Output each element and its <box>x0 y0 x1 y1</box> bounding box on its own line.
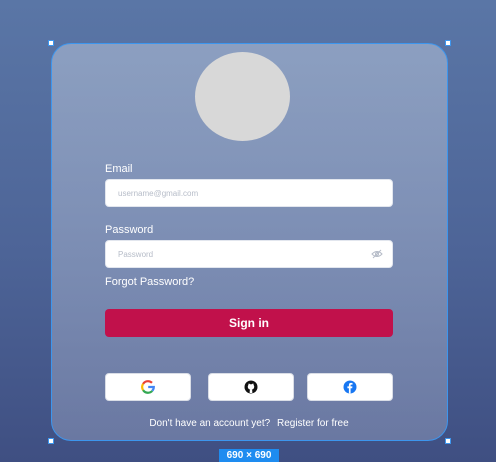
resize-handle-bottom-left[interactable] <box>48 438 54 444</box>
email-field[interactable] <box>105 179 393 207</box>
resize-handle-top-right[interactable] <box>445 40 451 46</box>
google-login-button[interactable] <box>105 373 191 401</box>
eye-off-icon[interactable] <box>371 249 383 259</box>
github-login-button[interactable] <box>208 373 294 401</box>
github-icon <box>244 380 258 394</box>
sign-in-button[interactable]: Sign in <box>105 309 393 337</box>
forgot-password-link[interactable]: Forgot Password? <box>105 276 194 288</box>
no-account-text: Don't have an account yet? <box>149 418 271 429</box>
google-icon <box>141 380 155 394</box>
password-label: Password <box>105 224 154 236</box>
dimension-badge-label: 690 × 690 <box>226 450 272 461</box>
email-label: Email <box>105 163 133 175</box>
register-prompt: Don't have an account yet? Register for … <box>105 418 393 429</box>
register-link[interactable]: Register for free <box>277 418 349 429</box>
avatar <box>195 52 290 141</box>
password-field[interactable] <box>105 240 393 268</box>
facebook-icon <box>343 380 357 394</box>
facebook-login-button[interactable] <box>307 373 393 401</box>
dimension-badge: 690 × 690 <box>219 449 279 462</box>
sign-in-label: Sign in <box>229 316 269 330</box>
resize-handle-bottom-right[interactable] <box>445 438 451 444</box>
resize-handle-top-left[interactable] <box>48 40 54 46</box>
